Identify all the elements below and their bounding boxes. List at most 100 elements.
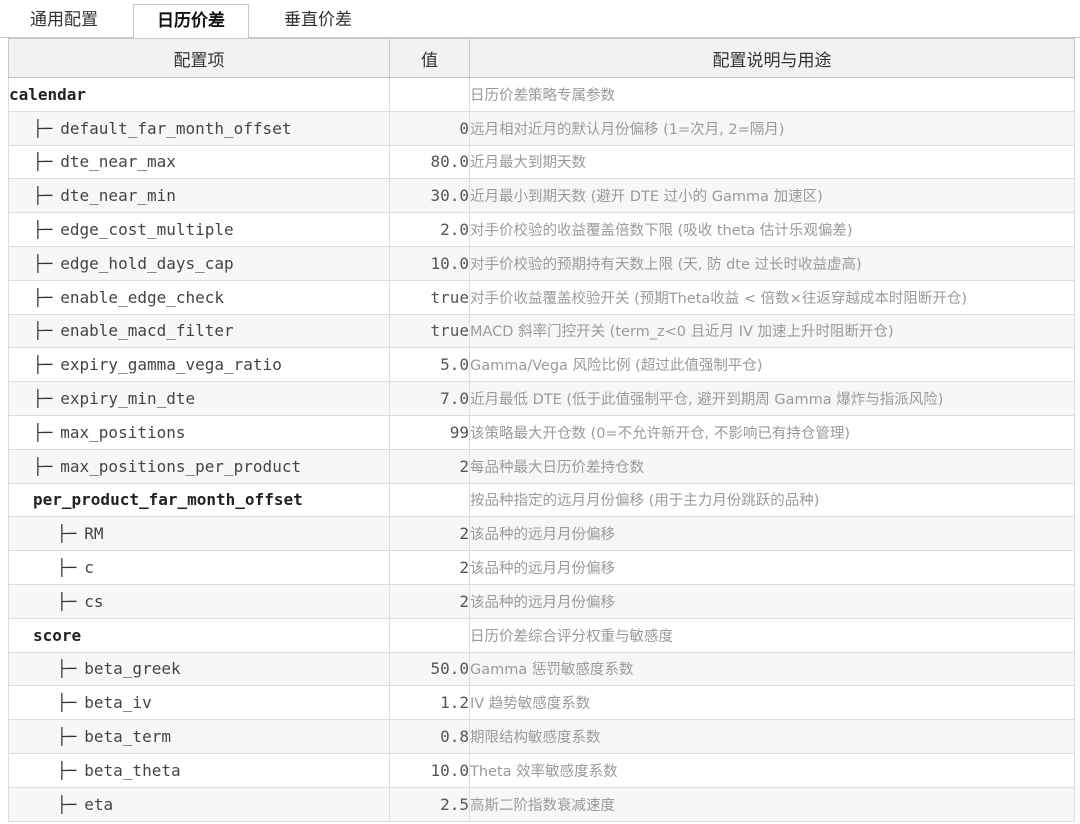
- config-value: 5.0: [389, 347, 470, 383]
- config-value: 10.0: [389, 752, 470, 788]
- config-key-cell: ├─ eta: [8, 786, 390, 822]
- config-value: 1.2: [389, 685, 470, 721]
- table-row: ├─ RM 2 该品种的远月月份偏移: [8, 516, 1075, 552]
- tree-branch-icon: ├─: [33, 253, 53, 273]
- config-value: 50.0: [389, 651, 470, 687]
- config-description: 日历价差策略专属参数: [469, 77, 1075, 112]
- table-header-row: 配置项 值 配置说明与用途: [8, 38, 1075, 78]
- tab-vertical-spread[interactable]: 垂直价差: [259, 4, 377, 38]
- tree-branch-icon: ├─: [33, 118, 53, 138]
- config-key-cell: calendar: [8, 77, 390, 112]
- config-description: 近月最大到期天数: [469, 144, 1075, 180]
- config-description: 近月最低 DTE (低于此值强制平仓, 避开到期周 Gamma 爆炸与指派风险): [469, 381, 1075, 416]
- config-key-cell: ├─ max_positions: [8, 414, 390, 450]
- config-key-cell: ├─ enable_macd_filter: [8, 313, 390, 349]
- config-value: 0: [389, 110, 470, 146]
- table-row: ├─ default_far_month_offset 0 远月相对近月的默认月份偏移…: [8, 110, 1075, 146]
- config-description: Gamma/Vega 风险比例 (超过此值强制平仓): [469, 347, 1075, 383]
- tree-branch-icon: ├─: [57, 524, 77, 544]
- config-description: 近月最小到期天数 (避开 DTE 过小的 Gamma 加速区): [469, 178, 1075, 214]
- tree-branch-icon: ├─: [57, 693, 77, 713]
- config-key-cell: ├─ beta_term: [8, 719, 390, 754]
- config-key: enable_edge_check: [60, 287, 225, 307]
- tab-calendar-spread[interactable]: 日历价差: [133, 4, 249, 39]
- config-description: 日历价差综合评分权重与敏感度: [469, 617, 1075, 653]
- config-key: dte_near_min: [60, 186, 176, 206]
- config-description: 远月相对近月的默认月份偏移 (1=次月, 2=隔月): [469, 110, 1075, 146]
- config-key-cell: ├─ dte_near_max: [8, 144, 390, 180]
- config-value: 2.5: [389, 786, 470, 822]
- config-description: MACD 斜率门控开关 (term_z<0 且近月 IV 加速上升时阻断开仓): [469, 313, 1075, 349]
- table-row: ├─ dte_near_max 80.0 近月最大到期天数: [8, 144, 1075, 180]
- tree-branch-icon: ├─: [57, 727, 77, 747]
- table-row: ├─ beta_term 0.8 期限结构敏感度系数: [8, 719, 1075, 754]
- config-description: 该品种的远月月份偏移: [469, 516, 1075, 552]
- config-key-cell: ├─ expiry_min_dte: [8, 381, 390, 416]
- config-description: IV 趋势敏感度系数: [469, 685, 1075, 721]
- config-description: 高斯二阶指数衰减速度: [469, 786, 1075, 822]
- config-key-cell: ├─ beta_theta: [8, 752, 390, 788]
- config-value: 99: [389, 414, 470, 450]
- config-key: beta_term: [84, 727, 171, 747]
- config-table: 配置项 值 配置说明与用途 calendar 日历价差策略专属参数 ├─ defaul…: [8, 38, 1075, 822]
- config-key-cell: ├─ edge_cost_multiple: [8, 212, 390, 247]
- table-row: ├─ edge_hold_days_cap 10.0 对手价校验的预期持有天数上限 (…: [8, 245, 1075, 281]
- config-description: 按品种指定的远月月份偏移 (用于主力月份跳跃的品种): [469, 482, 1075, 518]
- config-key: score: [33, 625, 82, 645]
- config-key: cs: [84, 591, 104, 611]
- table-row: ├─ expiry_gamma_vega_ratio 5.0 Gamma/Vega 风…: [8, 347, 1075, 383]
- config-description: 期限结构敏感度系数: [469, 719, 1075, 754]
- table-row: ├─ enable_edge_check true 对手价收益覆盖校验开关 (预期Th…: [8, 279, 1075, 315]
- config-description: Gamma 惩罚敏感度系数: [469, 651, 1075, 687]
- config-key: beta_greek: [84, 659, 181, 679]
- config-table-body: calendar 日历价差策略专属参数 ├─ default_far_month_of…: [8, 77, 1075, 822]
- tab-general-config[interactable]: 通用配置: [6, 4, 122, 38]
- config-value: 0.8: [389, 719, 470, 754]
- tree-branch-icon: ├─: [57, 760, 77, 780]
- config-key: expiry_min_dte: [60, 389, 196, 409]
- config-value: 2.0: [389, 212, 470, 247]
- column-header-description: 配置说明与用途: [469, 38, 1075, 78]
- config-key: dte_near_max: [60, 152, 176, 172]
- config-key: enable_macd_filter: [60, 321, 234, 341]
- config-value: [389, 77, 470, 112]
- config-description: 对手价校验的收益覆盖倍数下限 (吸收 theta 估计乐观偏差): [469, 212, 1075, 247]
- tree-branch-icon: ├─: [33, 321, 53, 341]
- column-header-value: 值: [389, 38, 470, 78]
- config-value: true: [389, 279, 470, 315]
- config-value: true: [389, 313, 470, 349]
- config-value: 2: [389, 448, 470, 484]
- config-key-cell: ├─ default_far_month_offset: [8, 110, 390, 146]
- tree-branch-icon: ├─: [33, 456, 53, 476]
- config-key: max_positions_per_product: [60, 456, 302, 476]
- table-row: ├─ c 2 该品种的远月月份偏移: [8, 550, 1075, 585]
- config-key-cell: ├─ c: [8, 550, 390, 585]
- tree-branch-icon: ├─: [33, 355, 53, 375]
- table-row: ├─ enable_macd_filter true MACD 斜率门控开关 (ter…: [8, 313, 1075, 349]
- config-key: c: [84, 558, 94, 578]
- config-key: expiry_gamma_vega_ratio: [60, 355, 282, 375]
- tab-bar: 通用配置 日历价差 垂直价差: [0, 0, 1080, 39]
- tree-branch-icon: ├─: [33, 389, 53, 409]
- table-row: ├─ beta_theta 10.0 Theta 效率敏感度系数: [8, 752, 1075, 788]
- table-row: calendar 日历价差策略专属参数: [8, 77, 1075, 112]
- config-key-cell: ├─ max_positions_per_product: [8, 448, 390, 484]
- config-key-cell: ├─ RM: [8, 516, 390, 552]
- column-header-key: 配置项: [8, 38, 390, 78]
- table-row: ├─ cs 2 该品种的远月月份偏移: [8, 583, 1075, 619]
- config-description: 该策略最大开仓数 (0=不允许新开仓, 不影响已有持仓管理): [469, 414, 1075, 450]
- tree-branch-icon: ├─: [57, 558, 77, 578]
- config-key: max_positions: [60, 422, 186, 442]
- config-value: 80.0: [389, 144, 470, 180]
- config-key-cell: ├─ expiry_gamma_vega_ratio: [8, 347, 390, 383]
- config-key: edge_cost_multiple: [60, 220, 234, 240]
- tree-branch-icon: ├─: [33, 220, 53, 240]
- tree-branch-icon: ├─: [33, 287, 53, 307]
- config-description: 对手价收益覆盖校验开关 (预期Theta收益 < 倍数×往返穿越成本时阻断开仓): [469, 279, 1075, 315]
- config-value: [389, 617, 470, 653]
- config-description: 该品种的远月月份偏移: [469, 550, 1075, 585]
- config-value: 10.0: [389, 245, 470, 281]
- tree-branch-icon: ├─: [33, 422, 53, 442]
- config-description: 该品种的远月月份偏移: [469, 583, 1075, 619]
- table-row: ├─ dte_near_min 30.0 近月最小到期天数 (避开 DTE 过小的 G…: [8, 178, 1075, 214]
